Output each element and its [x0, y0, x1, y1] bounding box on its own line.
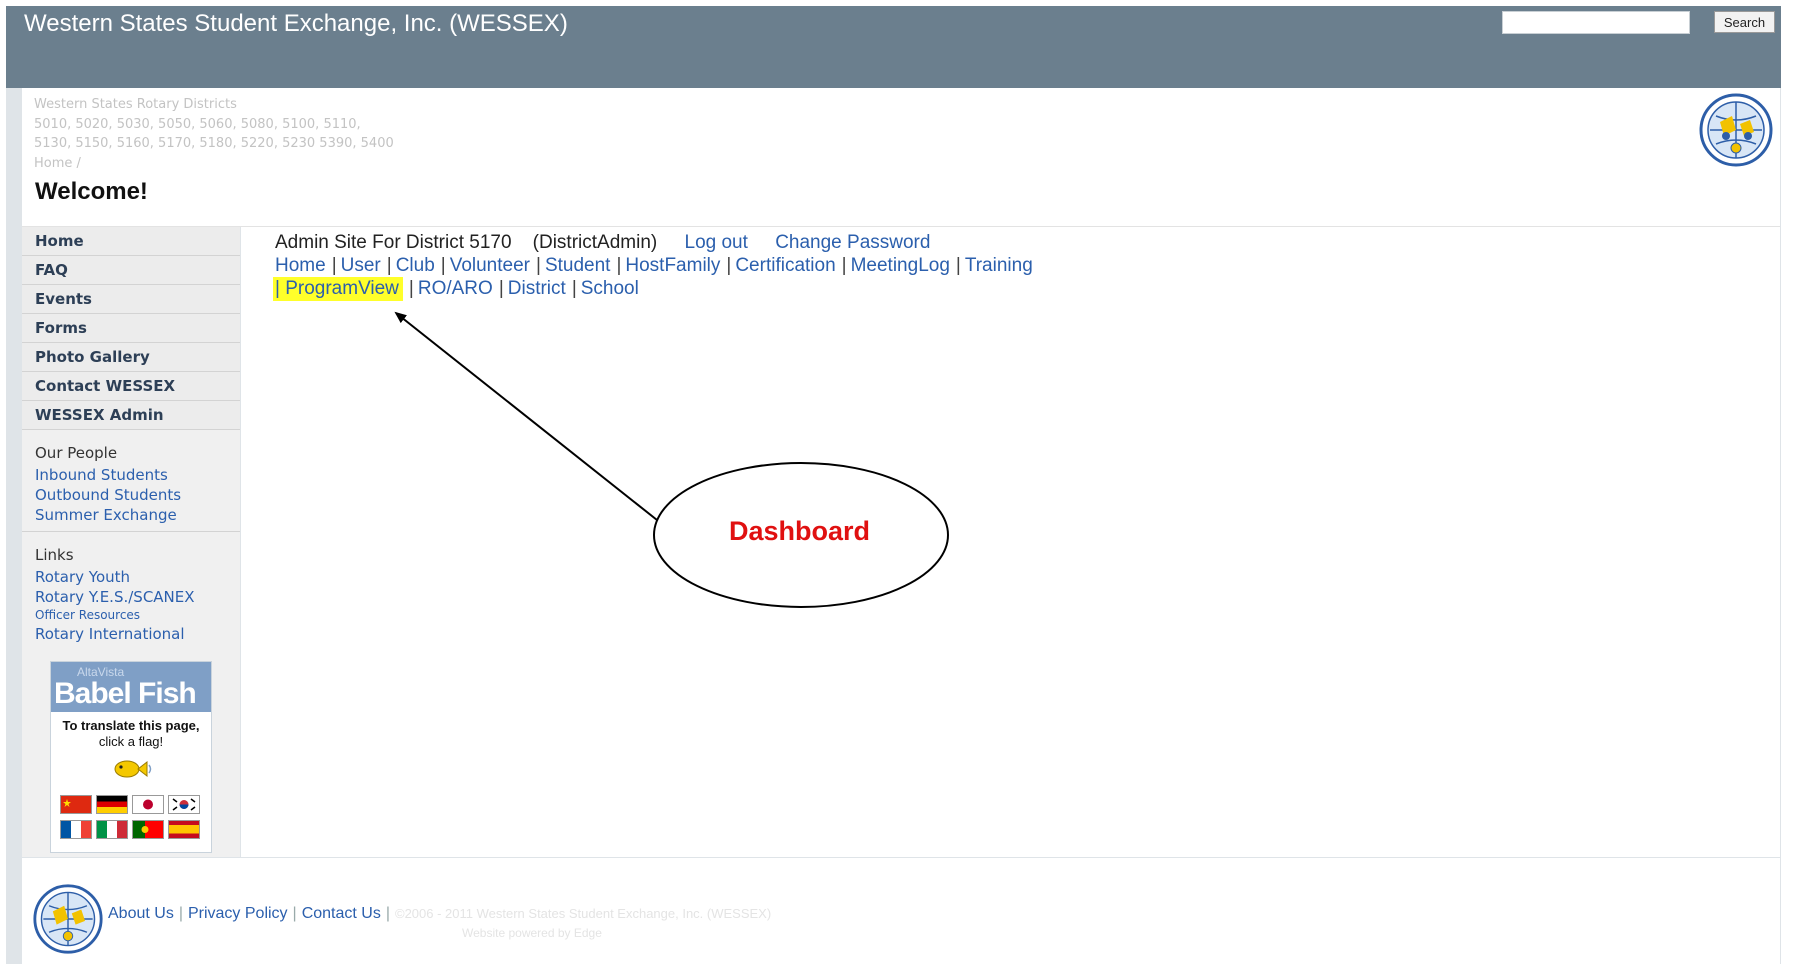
admin-role: (DistrictAdmin)	[532, 232, 658, 253]
sidebar-item-contact[interactable]: Contact WESSEX	[22, 372, 240, 401]
search-button[interactable]: Search	[1714, 11, 1775, 33]
page-footer: About Us | Privacy Policy | Contact Us | ©2006…	[22, 858, 1780, 964]
nav-separator: |	[536, 255, 541, 276]
page-title: Welcome!	[35, 178, 148, 205]
spain-flag-icon[interactable]	[168, 820, 200, 839]
admin-nav-district[interactable]: District	[508, 278, 566, 299]
nav-separator: |	[331, 255, 337, 276]
rotary-youth-exchange-logo-icon[interactable]	[1698, 92, 1774, 168]
admin-nav-training[interactable]: Training	[965, 255, 1033, 276]
our-people-section: Our People Inbound Students Outbound Stu…	[22, 430, 240, 532]
admin-nav-row-1: Home | User | Club | Volunteer | Student | HostFam…	[275, 255, 1033, 277]
sidebar-item-home[interactable]: Home	[22, 227, 240, 256]
site-title: Western States Student Exchange, Inc. (W…	[24, 10, 568, 37]
footer-privacy-link[interactable]: Privacy Policy	[188, 905, 288, 922]
inbound-students-link[interactable]: Inbound Students	[35, 465, 240, 485]
breadcrumb[interactable]: Home /	[34, 154, 494, 174]
nav-separator: |	[408, 278, 414, 299]
admin-nav-user[interactable]: User	[341, 255, 381, 276]
admin-nav-home[interactable]: Home	[275, 255, 326, 276]
page-header: Western States Rotary Districts 5010, 50…	[22, 88, 1780, 227]
sidebar-item-photo-gallery[interactable]: Photo Gallery	[22, 343, 240, 372]
admin-nav-volunteer[interactable]: Volunteer	[450, 255, 530, 276]
nav-separator: |	[440, 255, 446, 276]
sidebar-item-admin[interactable]: WESSEX Admin	[22, 401, 240, 430]
top-banner: Western States Student Exchange, Inc. (W…	[6, 6, 1781, 88]
rotary-youth-exchange-logo-icon	[33, 884, 103, 954]
nav-separator: |	[726, 255, 732, 276]
germany-flag-icon[interactable]	[96, 795, 128, 814]
italy-flag-icon[interactable]	[96, 820, 128, 839]
babel-fish-icon	[114, 760, 152, 778]
footer-contact-link[interactable]: Contact Us	[302, 905, 381, 922]
rotary-international-link[interactable]: Rotary International	[35, 624, 240, 644]
nav-separator: |	[498, 278, 504, 299]
admin-nav-school[interactable]: School	[581, 278, 639, 299]
footer-separator: |	[385, 905, 390, 922]
footer-separator: |	[292, 905, 297, 922]
nav-separator: |	[616, 255, 622, 276]
babel-fish-banner: AltaVista Babel Fish	[51, 662, 211, 712]
search-input[interactable]	[1502, 11, 1690, 34]
admin-nav-certification[interactable]: Certification	[735, 255, 835, 276]
babel-fish-text-line: click a flag!	[98, 734, 164, 749]
our-people-heading: Our People	[35, 444, 118, 462]
change-password-link[interactable]: Change Password	[775, 232, 930, 253]
babel-fish-instructions: To translate this page, click a flag!	[51, 718, 211, 750]
korea-flag-icon[interactable]	[168, 795, 200, 814]
admin-nav-programview[interactable]: | ProgramView	[273, 277, 403, 301]
officer-resources-link[interactable]: Officer Resources	[35, 607, 240, 624]
district-numbers-line: 5010, 5020, 5030, 5050, 5060, 5080, 5100…	[34, 116, 361, 132]
main-content: Admin Site For District 5170 (DistrictAd…	[241, 227, 1780, 857]
district-heading: Western States Rotary Districts	[34, 97, 237, 112]
admin-nav-hostfamily[interactable]: HostFamily	[625, 255, 720, 276]
footer-copyright: ©2006 - 2011 Western States Student Exch…	[395, 906, 772, 921]
portugal-flag-icon[interactable]	[132, 820, 164, 839]
sidebar-item-events[interactable]: Events	[22, 285, 240, 314]
logout-link[interactable]: Log out	[685, 232, 748, 253]
babel-fish-text-line: To translate this page,	[62, 718, 200, 733]
dashboard-callout-label: Dashboard	[729, 516, 871, 546]
nav-separator: |	[386, 255, 392, 276]
footer-about-link[interactable]: About Us	[108, 905, 174, 922]
sidebar-nav: Home FAQ Events Forms Photo Gallery Cont…	[22, 227, 240, 430]
china-flag-icon[interactable]	[60, 795, 92, 814]
summer-exchange-link[interactable]: Summer Exchange	[35, 505, 240, 525]
outbound-students-link[interactable]: Outbound Students	[35, 485, 240, 505]
nav-separator: |	[841, 255, 847, 276]
footer-separator: |	[178, 905, 183, 922]
admin-site-label: Admin Site For District 5170	[275, 232, 512, 253]
admin-nav-student[interactable]: Student	[545, 255, 611, 276]
sidebar-item-forms[interactable]: Forms	[22, 314, 240, 343]
admin-status-line: Admin Site For District 5170 (DistrictAd…	[275, 232, 930, 254]
flag-grid	[58, 795, 204, 845]
sidebar: Home FAQ Events Forms Photo Gallery Cont…	[22, 227, 240, 857]
footer-links: About Us | Privacy Policy | Contact Us | ©2006…	[108, 905, 771, 923]
district-list: Western States Rotary Districts 5010, 50…	[34, 95, 494, 173]
district-numbers-line: 5130, 5150, 5160, 5170, 5180, 5220, 5230…	[34, 136, 394, 151]
france-flag-icon[interactable]	[60, 820, 92, 839]
rotary-youth-link[interactable]: Rotary Youth	[35, 567, 240, 587]
babel-fish-title: Babel Fish	[54, 677, 197, 710]
nav-separator: |	[955, 255, 961, 276]
admin-nav-club[interactable]: Club	[396, 255, 435, 276]
nav-separator: |	[571, 278, 577, 299]
links-heading: Links	[35, 546, 74, 564]
footer-powered-by: Website powered by Edge	[462, 926, 602, 940]
babel-fish-widget: AltaVista Babel Fish To translate this p…	[50, 661, 212, 853]
admin-nav-meetinglog[interactable]: MeetingLog	[851, 255, 950, 276]
links-section: Links Rotary Youth Rotary Y.E.S./SCANEX …	[22, 532, 240, 650]
sidebar-item-faq[interactable]: FAQ	[22, 256, 240, 285]
japan-flag-icon[interactable]	[132, 795, 164, 814]
rotary-yes-scanex-link[interactable]: Rotary Y.E.S./SCANEX	[35, 587, 240, 607]
admin-nav-ro-aro[interactable]: RO/ARO	[418, 278, 493, 299]
admin-nav-row-2: | ProgramView | RO/ARO | District | School	[273, 277, 639, 301]
